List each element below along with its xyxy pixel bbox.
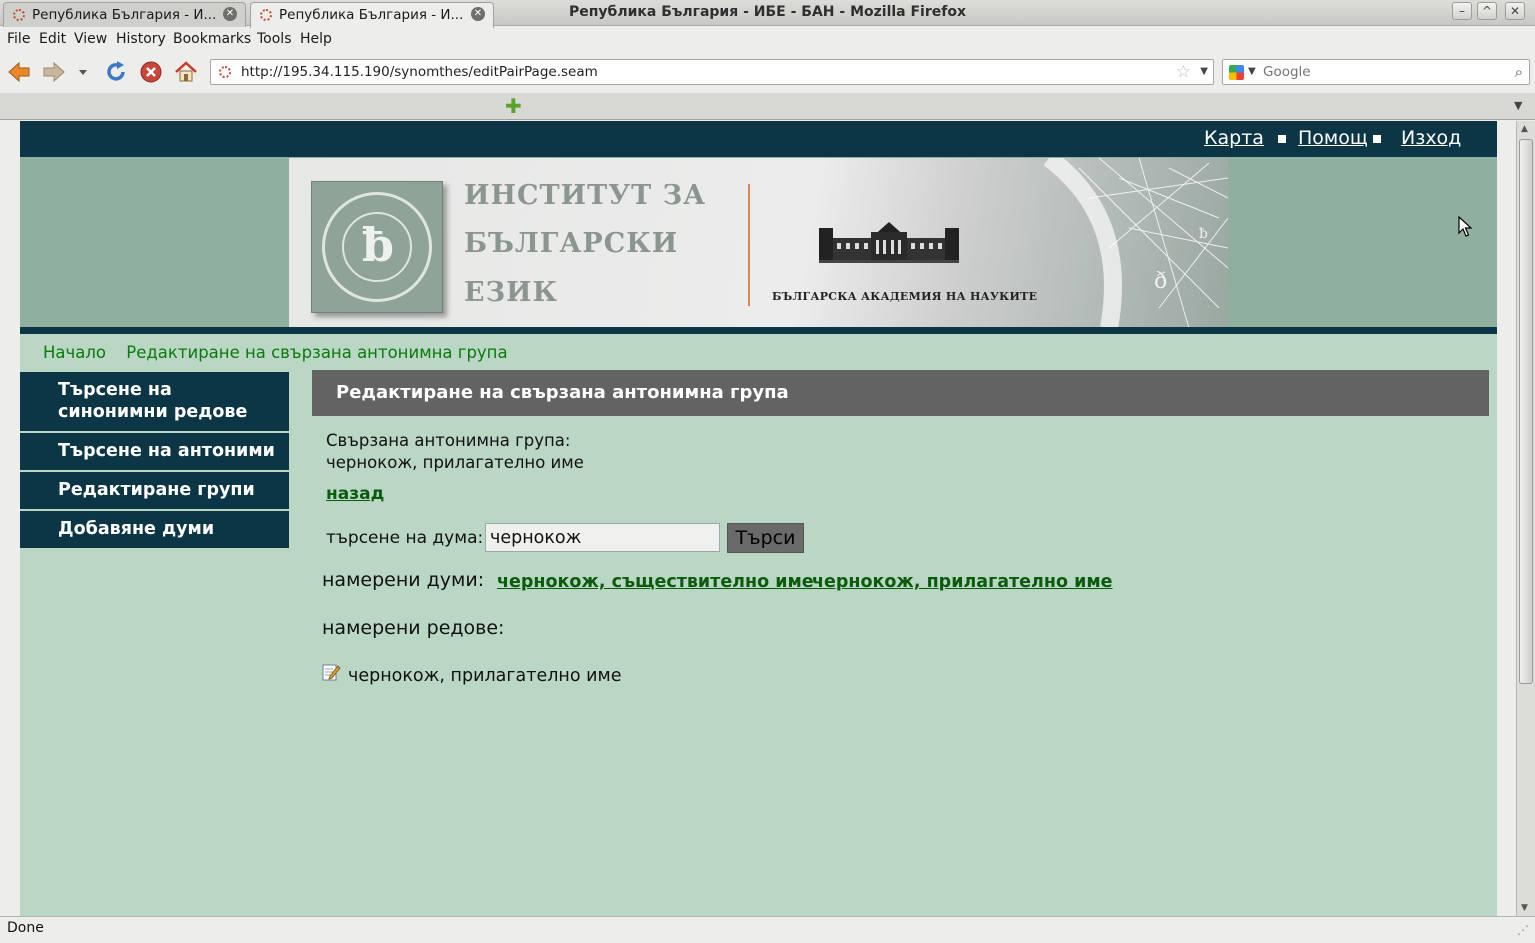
link-map[interactable]: Карта — [1204, 127, 1264, 149]
sidebar-menu: Търсене на синонимни редове Търсене на а… — [20, 372, 289, 550]
link-logout[interactable]: Изход — [1401, 127, 1461, 149]
tab-label: Република България - И... — [279, 7, 464, 23]
menu-tools[interactable]: Tools — [257, 31, 292, 47]
banner-line-1: ИНСТИТУТ ЗА — [464, 180, 707, 211]
tab-label: Република България - И... — [32, 7, 217, 23]
new-tab-plus-icon[interactable]: ✚ — [505, 96, 522, 116]
menu-view[interactable]: View — [74, 31, 107, 47]
group-value: чернокож, прилагателно име — [326, 453, 584, 472]
word-search-label: търсене на дума: — [326, 528, 484, 548]
banner-line-2: БЪЛГАРСКИ — [464, 228, 679, 259]
scroll-up-arrow-icon[interactable]: ▲ — [1521, 124, 1528, 134]
vertical-scrollbar[interactable]: ▲ ▼ — [1516, 121, 1535, 916]
decorative-swirl: ð ƀ — [1043, 158, 1228, 328]
breadcrumb-current[interactable]: Редактиране на свързана антонимна група — [126, 343, 507, 362]
scrollbar-thumb[interactable] — [1519, 139, 1533, 684]
stop-icon[interactable] — [139, 60, 163, 84]
menu-history[interactable]: History — [116, 31, 166, 47]
banner-bottom-stripe — [20, 327, 1497, 334]
sidebar-item-synonym-search[interactable]: Търсене на синонимни редове — [20, 372, 289, 433]
search-magnifier-icon[interactable]: ⌕ — [1515, 63, 1523, 81]
tab-strip — [0, 93, 1535, 120]
web-page: Карта Помощ Изход ƀ ИНСТИТУТ ЗА БЪЛГАРСК… — [20, 121, 1497, 916]
tab-favicon-icon — [260, 9, 272, 21]
banner-line-3: ЕЗИК — [464, 277, 559, 308]
institute-banner: ƀ ИНСТИТУТ ЗА БЪЛГАРСКИ ЕЗИК БЪЛГАРСКА А… — [289, 158, 1228, 328]
sidebar-item-edit-groups[interactable]: Редактиране групи — [20, 472, 289, 511]
menu-edit[interactable]: Edit — [39, 31, 66, 47]
page-viewport: Карта Помощ Изход ƀ ИНСТИТУТ ЗА БЪЛГАРСК… — [0, 121, 1516, 916]
svg-text:ƀ: ƀ — [1199, 226, 1208, 242]
forward-arrow-icon[interactable] — [42, 60, 66, 84]
reload-icon[interactable] — [104, 60, 128, 84]
close-icon[interactable]: ✕ — [1505, 2, 1525, 20]
breadcrumb: Начало Редактиране на свързана антонимна… — [43, 343, 523, 362]
scroll-down-arrow-icon[interactable]: ▼ — [1521, 903, 1528, 913]
sidebar-item-antonym-search[interactable]: Търсене на антоними — [20, 433, 289, 472]
back-arrow-icon[interactable] — [7, 60, 31, 84]
group-label: Свързана антонимна група: — [326, 431, 571, 450]
tab-2[interactable]: Република България - И... ✕ — [250, 2, 494, 28]
breadcrumb-home[interactable]: Начало — [43, 343, 106, 362]
search-button[interactable]: Търси — [727, 523, 804, 553]
url-dropdown-icon[interactable]: ▼ — [1200, 66, 1208, 77]
tab-close-icon[interactable]: ✕ — [223, 7, 237, 21]
history-dropdown-icon[interactable] — [76, 60, 90, 84]
home-icon[interactable] — [174, 60, 198, 84]
bullet-square — [1278, 135, 1286, 143]
tab-close-icon[interactable]: ✕ — [471, 7, 485, 21]
maximize-icon[interactable]: ^ — [1477, 2, 1497, 20]
found-rows-label: намерени редове: — [322, 617, 505, 639]
found-word-link-adjective[interactable]: чернокож, прилагателно име — [812, 572, 1113, 592]
menu-bar: File Edit View History Bookmarks Tools H… — [0, 27, 1535, 51]
back-link[interactable]: назад — [326, 484, 384, 504]
engine-dropdown-icon[interactable]: ▼ — [1248, 66, 1256, 77]
menu-help[interactable]: Help — [300, 31, 332, 47]
bullet-square — [1373, 135, 1381, 143]
academy-building-icon — [819, 222, 959, 263]
found-word-link-noun[interactable]: чернокож, съществително име — [497, 572, 814, 592]
institute-logo: ƀ — [311, 181, 443, 313]
sidebar-item-add-words[interactable]: Добавяне думи — [20, 511, 289, 550]
edit-note-icon[interactable] — [321, 662, 341, 682]
bookmark-star-icon[interactable]: ☆ — [1176, 62, 1191, 82]
found-row-item: чернокож, прилагателно име — [348, 666, 622, 686]
search-input[interactable] — [1263, 62, 1503, 82]
minimize-icon[interactable]: – — [1452, 2, 1472, 20]
banner-divider — [748, 184, 750, 306]
tab-favicon-icon — [13, 9, 25, 21]
svg-text:ð: ð — [1154, 269, 1167, 294]
status-text: Done — [7, 920, 44, 936]
found-words-label: намерени думи: — [322, 569, 485, 591]
url-text[interactable]: http://195.34.115.190/synomthes/editPair… — [241, 64, 598, 80]
google-engine-icon[interactable] — [1229, 65, 1244, 80]
tab-list-dropdown-icon[interactable]: ▼ — [1514, 99, 1522, 112]
site-favicon-icon — [219, 66, 231, 78]
content-heading: Редактиране на свързана антонимна група — [312, 370, 1489, 416]
tab-1[interactable]: Република България - И... ✕ — [3, 2, 246, 27]
resize-grip-icon[interactable]: ⋰ — [1517, 923, 1529, 937]
search-bar[interactable]: ▼ ⌕ — [1222, 59, 1530, 85]
link-help[interactable]: Помощ — [1298, 127, 1368, 149]
menu-file[interactable]: File — [7, 31, 30, 47]
top-links-bar: Карта Помощ Изход — [20, 121, 1497, 157]
word-search-input[interactable] — [485, 523, 720, 552]
mouse-pointer-icon — [1458, 216, 1472, 237]
menu-bookmarks[interactable]: Bookmarks — [173, 31, 251, 47]
status-bar: Done ⋰ — [0, 916, 1535, 943]
url-bar[interactable]: http://195.34.115.190/synomthes/editPair… — [210, 59, 1214, 85]
